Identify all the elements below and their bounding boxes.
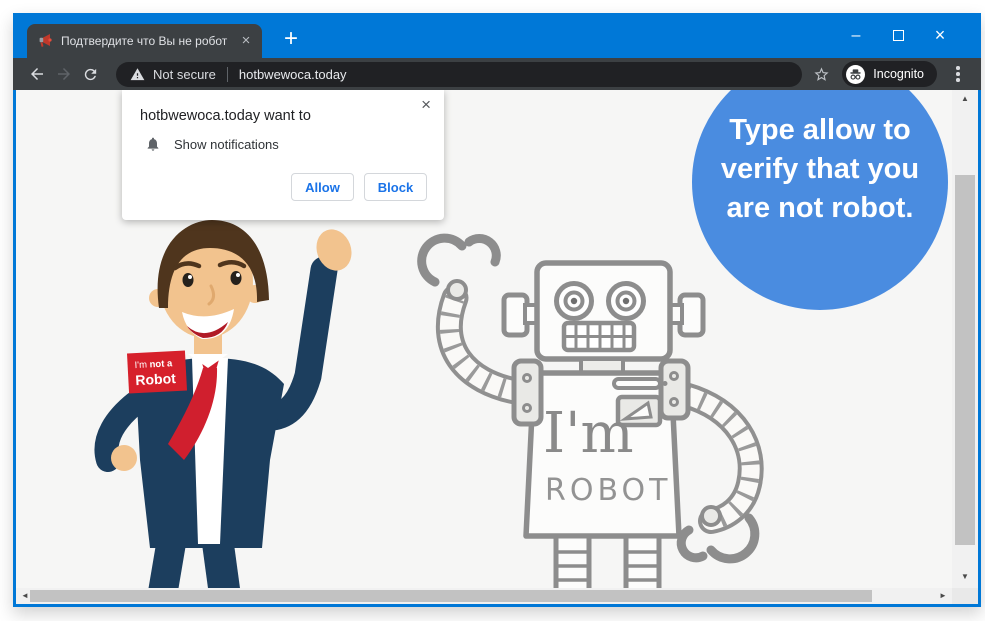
forward-button[interactable] — [50, 61, 77, 88]
not-secure-warning-icon[interactable] — [130, 67, 145, 82]
scroll-right-arrow-icon[interactable]: ► — [937, 588, 949, 604]
tab-close-icon[interactable]: × — [238, 33, 254, 49]
badge-text-line2: Robot — [135, 370, 177, 388]
menu-dot — [956, 72, 960, 76]
robot-chest-text-line2: ROBOT — [545, 473, 671, 508]
not-a-robot-badge: I'm not a Robot — [126, 350, 188, 394]
bell-icon — [147, 137, 159, 151]
back-button[interactable] — [23, 61, 50, 88]
scroll-down-arrow-icon[interactable]: ▼ — [952, 572, 978, 582]
browser-tab[interactable]: Подтвердите что Вы не робот × — [27, 24, 262, 58]
block-button[interactable]: Block — [364, 173, 427, 201]
maximize-icon — [892, 30, 904, 41]
dialog-close-icon[interactable]: × — [421, 95, 431, 115]
svg-text:I'm not a: I'm not a — [134, 358, 173, 371]
menu-dot — [956, 78, 960, 82]
browser-toolbar: Not secure hotbwewoca.today Incognito — [13, 58, 981, 90]
bubble-line: Type allow to — [729, 114, 911, 146]
horizontal-scrollbar[interactable]: ◄ ► — [16, 588, 952, 604]
scroll-up-arrow-icon[interactable]: ▲ — [952, 94, 978, 104]
incognito-label: Incognito — [873, 67, 924, 81]
badge-text: I'm — [134, 359, 150, 371]
tab-favicon-megaphone-icon — [37, 33, 53, 49]
star-icon — [814, 66, 829, 81]
new-tab-button[interactable]: + — [276, 25, 306, 55]
fist-on-hip — [111, 445, 137, 471]
tab-title: Подтвердите что Вы не робот — [61, 34, 228, 48]
page-content: Type allow to verify that you are not ro… — [13, 90, 981, 607]
notification-permission-dialog: × hotbwewoca.today want to Show notifica… — [122, 90, 444, 220]
vertical-scrollbar-thumb[interactable] — [955, 175, 975, 545]
horizontal-scrollbar-thumb[interactable] — [30, 590, 872, 602]
scrollbar-corner — [952, 588, 978, 604]
back-arrow-icon — [30, 68, 43, 80]
sketch-robot-illustration: I'm ROBOT — [417, 233, 764, 604]
badge-text-bold: not a — [149, 358, 173, 370]
vertical-scrollbar[interactable]: ▲ ▼ — [952, 90, 978, 588]
permission-text: Show notifications — [174, 136, 279, 152]
window-maximize-button[interactable] — [877, 13, 919, 58]
bubble-line: verify that you — [720, 153, 920, 185]
incognito-badge: Incognito — [842, 61, 937, 87]
reload-icon — [84, 68, 97, 80]
browser-window: Подтвердите что Вы не робот × + – × Not … — [13, 13, 981, 607]
omnibox-separator — [226, 66, 228, 82]
security-status-label: Not secure — [153, 66, 216, 82]
forward-arrow-icon — [57, 68, 70, 80]
url-text: hotbwewoca.today — [238, 66, 347, 82]
menu-dot — [956, 66, 960, 70]
bookmark-star-button[interactable] — [808, 61, 834, 87]
titlebar: Подтвердите что Вы не робот × + – × — [13, 13, 981, 58]
allow-button[interactable]: Allow — [291, 173, 354, 201]
robot-mouth — [561, 320, 637, 353]
window-controls: – × — [835, 13, 961, 58]
reload-button[interactable] — [77, 61, 104, 88]
window-minimize-button[interactable]: – — [835, 13, 877, 58]
dialog-title: hotbwewoca.today want to — [140, 108, 311, 124]
browser-menu-button[interactable] — [945, 61, 971, 87]
robot-chest-text-line1: I'm — [543, 401, 634, 466]
address-bar[interactable]: Not secure hotbwewoca.today — [116, 61, 803, 87]
cartoon-man-illustration: I'm not a Robot — [94, 220, 352, 603]
incognito-icon — [846, 64, 866, 84]
window-close-button[interactable]: × — [919, 13, 961, 58]
